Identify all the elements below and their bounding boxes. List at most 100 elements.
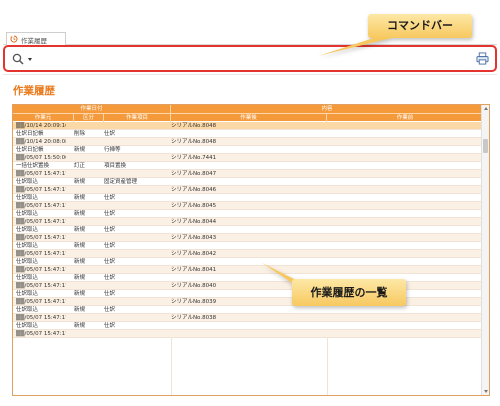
table-cell	[104, 186, 164, 194]
table-row[interactable]: 仕訳取込 新規 仕訳	[13, 242, 483, 250]
table-row[interactable]: ▒▒/05/07 15:47:17 シリアルNo.8041	[13, 266, 483, 274]
table-cell	[104, 314, 164, 322]
table-row[interactable]: ▒▒/10/14 20:08:08 シリアルNo.8048	[13, 138, 483, 146]
table-cell: シリアルNo.8044	[171, 219, 217, 225]
table-row[interactable]: 仕訳取込 新規 仕訳	[13, 322, 483, 330]
table-cell	[104, 330, 164, 338]
table-cell: シリアルNo.8045	[171, 203, 217, 209]
table-row[interactable]: ▒▒/10/14 20:09:16 シリアルNo.8048	[13, 122, 483, 130]
table-cell: 新規	[74, 291, 86, 297]
table-cell: 仕訳取込	[16, 211, 39, 217]
table-cell	[74, 250, 104, 258]
callout-command-bar-label: コマンドバー	[368, 14, 472, 38]
col-header-type[interactable]: 区分	[74, 114, 104, 122]
table-row[interactable]: ▒▒/05/07 15:47:17 シリアルNo.8042	[13, 250, 483, 258]
table-cell	[104, 218, 164, 226]
table-cell	[74, 314, 104, 322]
scrollbar-thumb[interactable]	[483, 139, 488, 153]
table-cell: 仕訳取込	[16, 243, 39, 249]
callout-command-bar: コマンドバー	[0, 0, 500, 70]
table-cell: 仕訳	[104, 323, 116, 329]
table-row[interactable]: ▒▒/05/07 15:47:17 シリアルNo.8039	[13, 298, 483, 306]
table-cell	[104, 170, 164, 178]
table-cell: 仕訳取込	[16, 259, 39, 265]
table-cell	[171, 322, 351, 330]
table-cell: シリアルNo.8038	[171, 315, 217, 321]
table-cell	[104, 138, 164, 146]
table-cell: シリアルNo.8047	[171, 171, 217, 177]
table-group-header: 作業日付 内容	[13, 105, 483, 113]
table-cell: 仕訳取込	[16, 227, 39, 233]
table-cell: 新規	[74, 243, 86, 249]
table-row[interactable]: ▒▒/05/07 15:47:17 シリアルNo.8046	[13, 186, 483, 194]
table-cell: シリアルNo.8042	[171, 251, 217, 257]
table-row[interactable]: ▒▒/05/07 15:47:17 シリアルNo.8038	[13, 314, 483, 322]
table-cell	[171, 194, 351, 202]
col-header-item[interactable]: 作業項目	[104, 114, 171, 122]
table-cell	[171, 130, 351, 138]
app-window: 作業履歴 コマンドバー 作業履歴 作業日付 内容 作業元 区分 作業項目 作業後…	[0, 0, 500, 406]
table-cell: 仕訳	[104, 291, 116, 297]
table-row[interactable]: 一括仕訳置換 訂正 項目置換	[13, 162, 483, 170]
table-row[interactable]: 仕訳取込 新規 仕訳	[13, 226, 483, 234]
table-cell: 訂正	[74, 163, 86, 169]
table-cell: 仕訳取込	[16, 275, 39, 281]
table-cell: シリアルNo.8048	[171, 139, 217, 145]
table-cell: 新規	[74, 147, 86, 153]
table-row[interactable]: ▒▒/05/07 15:47:17 シリアルNo.8047	[13, 170, 483, 178]
table-row[interactable]: ▒▒/05/07 15:47:17	[13, 330, 483, 338]
table-cell: 新規	[74, 323, 86, 329]
table-cell	[104, 154, 164, 162]
table-cell: 仕訳	[104, 243, 116, 249]
table-cell	[171, 146, 351, 154]
table-row[interactable]: 仕訳取込 新規 仕訳	[13, 290, 483, 298]
col-header-after[interactable]: 作業後	[171, 114, 327, 122]
table-row[interactable]: 仕訳取込 新規 固定資産管理	[13, 178, 483, 186]
table-cell: シリアルNo.8043	[171, 235, 217, 241]
table-cell	[171, 258, 351, 266]
table-cell	[171, 274, 351, 282]
scroll-up-icon[interactable]	[484, 107, 488, 110]
table-row[interactable]: 仕訳取込 新規 仕訳	[13, 194, 483, 202]
table-cell: 新規	[74, 227, 86, 233]
table-row[interactable]: 仕訳取込 新規 仕訳	[13, 258, 483, 266]
table-cell: シリアルNo.8040	[171, 283, 217, 289]
table-cell: 新規	[74, 259, 86, 265]
table-cell	[171, 162, 351, 170]
table-cell: 仕訳	[104, 211, 116, 217]
table-cell: 仕訳取込	[16, 323, 39, 329]
table-row[interactable]: ▒▒/05/07 15:47:17 シリアルNo.8043	[13, 234, 483, 242]
group-header-content: 内容	[321, 106, 333, 112]
table-cell: 削除	[74, 131, 86, 137]
table-row[interactable]: ▒▒/05/07 15:50:06 シリアルNo.7441	[13, 154, 483, 162]
table-row[interactable]: 仕訳取込 新規 仕訳	[13, 210, 483, 218]
table-cell: ▒▒/05/07 15:47:17	[16, 283, 66, 289]
table-cell	[104, 282, 164, 290]
table-row[interactable]: 仕訳日記帳 新規 行挿等	[13, 146, 483, 154]
table-cell: ▒▒/10/14 20:08:08	[16, 139, 66, 145]
table-row[interactable]: ▒▒/05/07 15:47:17 シリアルNo.8044	[13, 218, 483, 226]
table-cell	[74, 170, 104, 178]
table-cell: 仕訳取込	[16, 307, 39, 313]
table-row[interactable]: 仕訳日記帳 削除 仕訳	[13, 130, 483, 138]
table-cell: 行挿等	[104, 147, 121, 153]
table-cell: 新規	[74, 275, 86, 281]
table-cell	[104, 122, 164, 130]
table-cell: ▒▒/05/07 15:47:17	[16, 219, 66, 225]
table-cell: 仕訳取込	[16, 179, 39, 185]
scroll-down-icon[interactable]	[484, 390, 488, 393]
vertical-scrollbar[interactable]	[481, 105, 489, 395]
table-row[interactable]: 仕訳取込 新規 仕訳	[13, 274, 483, 282]
table-cell: シリアルNo.8041	[171, 267, 217, 273]
col-header-source[interactable]: 作業元	[13, 114, 74, 122]
table-cell: 仕訳	[104, 131, 116, 137]
col-header-before[interactable]: 作業前	[327, 114, 483, 122]
table-cell: シリアルNo.8046	[171, 187, 217, 193]
table-cell	[171, 330, 351, 338]
table-row[interactable]: ▒▒/05/07 15:47:17 シリアルNo.8040	[13, 282, 483, 290]
table-cell: ▒▒/05/07 15:47:17	[16, 267, 66, 273]
table-row[interactable]: 仕訳取込 新規 仕訳	[13, 306, 483, 314]
table-row[interactable]: ▒▒/05/07 15:47:17 シリアルNo.8045	[13, 202, 483, 210]
table-cell: 新規	[74, 211, 86, 217]
table-cell: ▒▒/05/07 15:47:17	[16, 315, 66, 321]
